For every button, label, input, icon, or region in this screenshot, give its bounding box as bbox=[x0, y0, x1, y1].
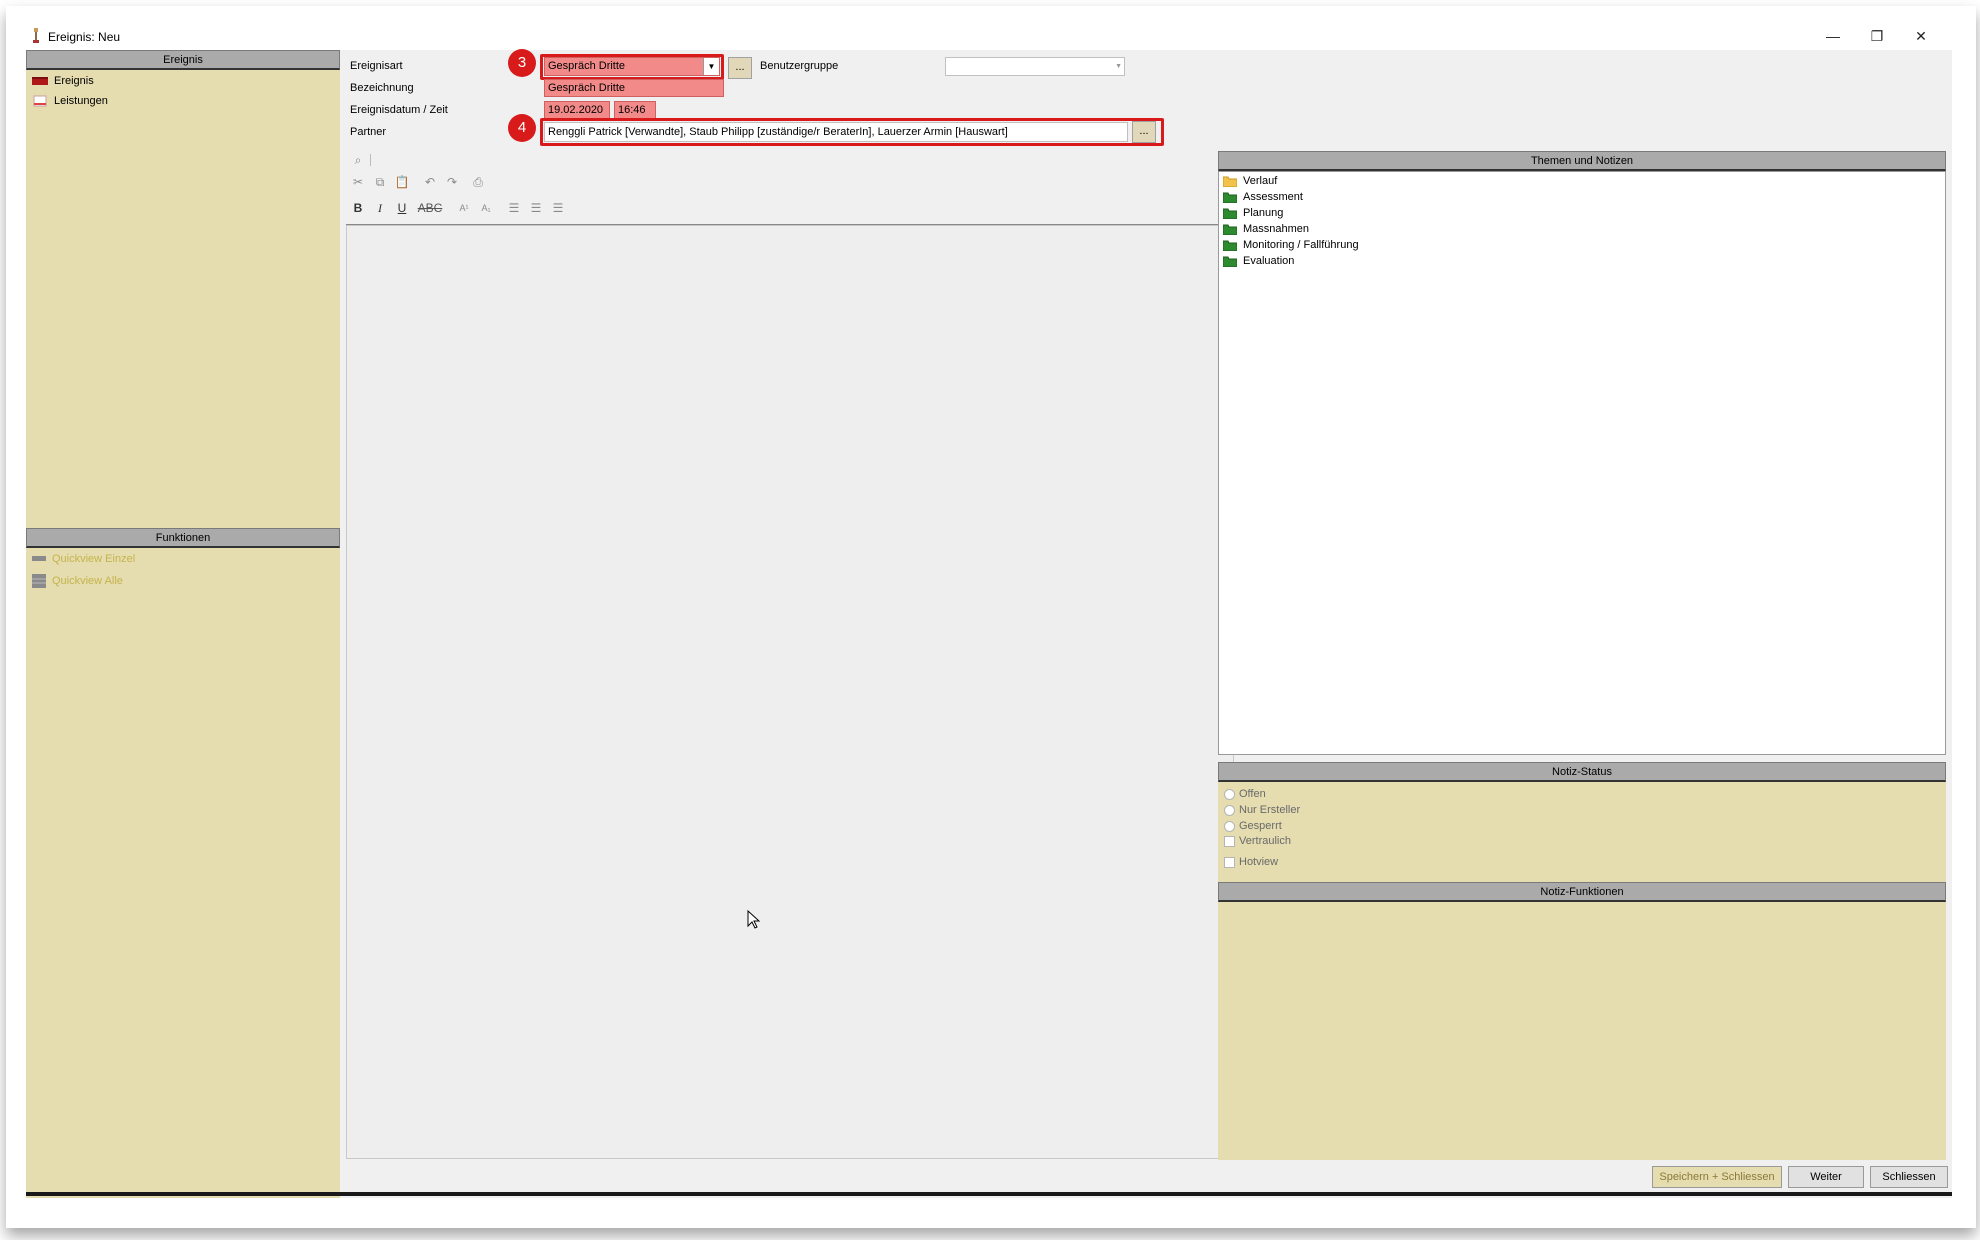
theme-evaluation[interactable]: Evaluation bbox=[1223, 252, 1294, 270]
minimize-button[interactable]: — bbox=[1822, 26, 1844, 46]
ereignisart-label: Ereignisart bbox=[350, 60, 403, 72]
ereignisart-browse-button[interactable]: ... bbox=[728, 57, 752, 79]
quickview-all-item[interactable]: Quickview Alle bbox=[32, 572, 123, 590]
strikethrough-button[interactable]: ABC bbox=[416, 200, 444, 216]
quickview-all-label: Quickview Alle bbox=[52, 575, 123, 587]
ereignis-panel: Ereignis Leistungen bbox=[26, 70, 340, 542]
vertraulich-checkbox[interactable]: Vertraulich bbox=[1224, 833, 1291, 849]
status-gesperrt[interactable]: Gesperrt bbox=[1224, 818, 1282, 834]
datum-label: Ereignisdatum / Zeit bbox=[350, 104, 448, 116]
status-nur-ersteller[interactable]: Nur Ersteller bbox=[1224, 802, 1300, 818]
checkbox-icon bbox=[1224, 856, 1235, 868]
align-left-icon[interactable]: ☰ bbox=[506, 200, 522, 216]
redo-icon[interactable]: ↷ bbox=[444, 174, 460, 190]
superscript-button[interactable]: A¹ bbox=[456, 200, 472, 216]
services-icon bbox=[33, 95, 47, 107]
event-window: Ereignis: Neu — ❐ ✕ Ereignis Ereignis Le… bbox=[26, 20, 1952, 1198]
note-editor[interactable] bbox=[346, 225, 1234, 1159]
status-offen-label: Offen bbox=[1239, 788, 1266, 800]
benutzergruppe-label: Benutzergruppe bbox=[760, 60, 839, 72]
bold-button[interactable]: B bbox=[350, 200, 366, 216]
radio-icon bbox=[1224, 804, 1235, 816]
themes-panel-header: Themen und Notizen bbox=[1218, 151, 1946, 171]
quickview-single-item[interactable]: Quickview Einzel bbox=[32, 550, 135, 568]
benutzergruppe-select[interactable]: ▼ bbox=[945, 57, 1125, 76]
themes-tree: Verlauf Assessment Planung Massnahmen Mo… bbox=[1218, 171, 1946, 755]
folder-icon bbox=[1223, 224, 1237, 235]
nav-label-ereignis: Ereignis bbox=[54, 75, 94, 87]
save-close-button[interactable]: Speichern + Schliessen bbox=[1652, 1166, 1782, 1188]
step-badge-3: 3 bbox=[508, 49, 536, 77]
folder-open-icon bbox=[1223, 176, 1237, 187]
next-button[interactable]: Weiter bbox=[1788, 1166, 1864, 1188]
quickview-single-icon bbox=[32, 556, 46, 562]
zoom-icon[interactable]: ⌕ bbox=[350, 152, 366, 168]
event-icon bbox=[32, 77, 48, 86]
radio-icon bbox=[1224, 820, 1235, 832]
datum-input[interactable]: 19.02.2020 bbox=[544, 101, 610, 119]
functions-panel-header: Funktionen bbox=[26, 528, 340, 548]
close-button[interactable]: Schliessen bbox=[1870, 1166, 1948, 1188]
theme-label-verlauf: Verlauf bbox=[1243, 175, 1278, 187]
align-right-icon[interactable]: ☰ bbox=[550, 200, 566, 216]
app-icon bbox=[33, 28, 39, 43]
chevron-down-icon[interactable]: ▼ bbox=[703, 58, 719, 75]
close-window-button[interactable]: ✕ bbox=[1910, 26, 1932, 46]
ereignisart-value: Gespräch Dritte bbox=[548, 60, 626, 72]
nav-item-leistungen[interactable]: Leistungen bbox=[32, 92, 108, 110]
theme-label-assessment: Assessment bbox=[1243, 191, 1303, 203]
theme-label-monitoring: Monitoring / Fallführung bbox=[1243, 239, 1359, 251]
quickview-all-icon bbox=[32, 574, 46, 589]
status-panel-header: Notiz-Status bbox=[1218, 762, 1946, 782]
theme-label-planung: Planung bbox=[1243, 207, 1284, 219]
paste-icon[interactable]: 📋 bbox=[394, 174, 410, 190]
note-functions-panel bbox=[1218, 902, 1946, 1160]
radio-icon bbox=[1224, 788, 1235, 800]
functions-panel: Quickview Einzel Quickview Alle bbox=[26, 548, 340, 1198]
ereignis-panel-header: Ereignis bbox=[26, 50, 340, 70]
zeit-input[interactable]: 16:46 bbox=[614, 101, 656, 119]
partner-input[interactable]: Renggli Patrick [Verwandte], Staub Phili… bbox=[544, 122, 1128, 142]
note-functions-header: Notiz-Funktionen bbox=[1218, 882, 1946, 902]
align-center-icon[interactable]: ☰ bbox=[528, 200, 544, 216]
title-bar: Ereignis: Neu — ❐ ✕ bbox=[26, 20, 1952, 50]
folder-icon bbox=[1223, 256, 1237, 267]
hotview-checkbox[interactable]: Hotview bbox=[1224, 854, 1278, 870]
restore-button[interactable]: ❐ bbox=[1866, 26, 1888, 46]
quickview-single-label: Quickview Einzel bbox=[52, 553, 136, 565]
partner-label: Partner bbox=[350, 126, 387, 138]
italic-button[interactable]: I bbox=[372, 200, 388, 216]
window-title: Ereignis: Neu bbox=[48, 30, 121, 44]
status-gesperrt-label: Gesperrt bbox=[1239, 820, 1282, 832]
status-offen[interactable]: Offen bbox=[1224, 786, 1266, 802]
vertraulich-label: Vertraulich bbox=[1239, 835, 1291, 847]
theme-label-massnahmen: Massnahmen bbox=[1243, 223, 1310, 235]
hotview-label: Hotview bbox=[1239, 856, 1279, 868]
bezeichnung-label: Bezeichnung bbox=[350, 82, 414, 94]
benutzergruppe-chevron-icon: ▼ bbox=[1115, 63, 1122, 70]
underline-button[interactable]: U bbox=[394, 200, 410, 216]
partner-browse-button[interactable]: ... bbox=[1132, 121, 1156, 143]
nav-label-leistungen: Leistungen bbox=[54, 95, 108, 107]
mouse-cursor-icon bbox=[747, 910, 761, 929]
subscript-button[interactable]: A₁ bbox=[478, 200, 494, 216]
bottom-border bbox=[26, 1192, 1952, 1196]
bezeichnung-input[interactable]: Gespräch Dritte bbox=[544, 79, 724, 97]
print-icon[interactable]: ⎙ bbox=[470, 174, 486, 190]
nav-item-ereignis[interactable]: Ereignis bbox=[32, 72, 94, 90]
status-nur-ersteller-label: Nur Ersteller bbox=[1239, 804, 1301, 816]
step-badge-4: 4 bbox=[508, 114, 536, 142]
undo-icon[interactable]: ↶ bbox=[422, 174, 438, 190]
ereignisart-select[interactable]: Gespräch Dritte ▼ bbox=[544, 57, 720, 76]
checkbox-icon bbox=[1224, 835, 1235, 847]
copy-icon[interactable]: ⧉ bbox=[372, 174, 388, 190]
folder-icon bbox=[1223, 240, 1237, 251]
folder-icon bbox=[1223, 192, 1237, 203]
theme-label-evaluation: Evaluation bbox=[1243, 255, 1295, 267]
cut-icon[interactable]: ✂ bbox=[350, 174, 366, 190]
folder-icon bbox=[1223, 208, 1237, 219]
